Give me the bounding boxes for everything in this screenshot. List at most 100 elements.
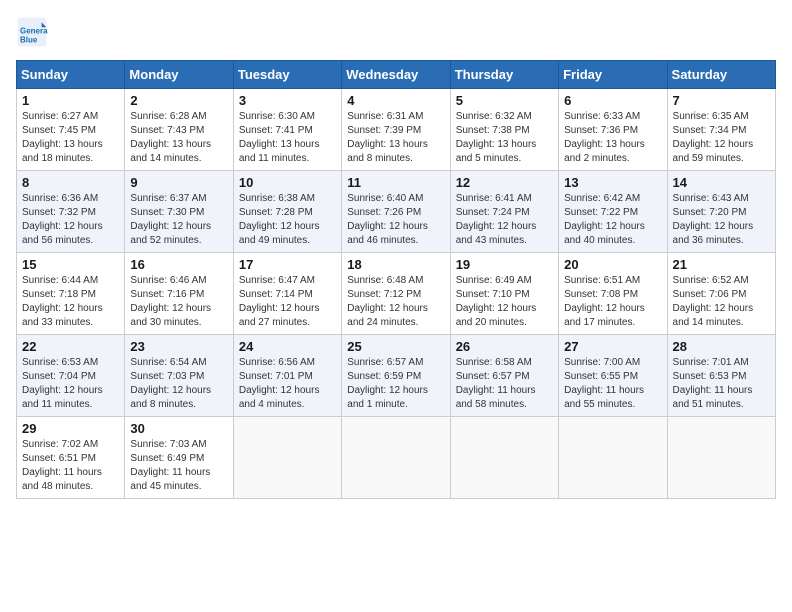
day-cell: 20 Sunrise: 6:51 AM Sunset: 7:08 PM Dayli… [559,253,667,335]
day-info: Sunrise: 6:54 AM Sunset: 7:03 PM Dayligh… [130,356,227,412]
day-info: Sunrise: 6:28 AM Sunset: 7:43 PM Dayligh… [130,110,227,166]
day-cell: 8 Sunrise: 6:36 AM Sunset: 7:32 PM Daylig… [17,171,125,253]
header-sunday: Sunday [17,61,125,89]
day-cell: 2 Sunrise: 6:28 AM Sunset: 7:43 PM Daylig… [125,89,233,171]
day-number: 4 [347,93,444,108]
day-number: 12 [456,175,553,190]
day-cell: 7 Sunrise: 6:35 AM Sunset: 7:34 PM Daylig… [667,89,775,171]
day-cell: 1 Sunrise: 6:27 AM Sunset: 7:45 PM Daylig… [17,89,125,171]
day-cell [342,417,450,499]
day-cell: 24Sunrise: 6:56 AM Sunset: 7:01 PM Dayli… [233,335,341,417]
day-info: Sunrise: 6:38 AM Sunset: 7:28 PM Dayligh… [239,192,336,248]
day-number: 17 [239,257,336,272]
day-info: Sunrise: 6:35 AM Sunset: 7:34 PM Dayligh… [673,110,770,166]
day-number: 29 [22,421,119,436]
logo-icon: General Blue [16,16,48,48]
day-info: Sunrise: 6:30 AM Sunset: 7:41 PM Dayligh… [239,110,336,166]
day-number: 9 [130,175,227,190]
svg-text:General: General [20,27,48,36]
day-info: Sunrise: 7:01 AM Sunset: 6:53 PM Dayligh… [673,356,770,412]
day-cell: 11 Sunrise: 6:40 AM Sunset: 7:26 PM Dayli… [342,171,450,253]
day-number: 19 [456,257,553,272]
day-number: 28 [673,339,770,354]
day-number: 15 [22,257,119,272]
day-info: Sunrise: 6:53 AM Sunset: 7:04 PM Dayligh… [22,356,119,412]
day-number: 20 [564,257,661,272]
day-info: Sunrise: 6:52 AM Sunset: 7:06 PM Dayligh… [673,274,770,330]
week-row-5: 29 Sunrise: 7:02 AM Sunset: 6:51 PM Dayli… [17,417,776,499]
day-cell: 28 Sunrise: 7:01 AM Sunset: 6:53 PM Dayli… [667,335,775,417]
day-number: 2 [130,93,227,108]
header-saturday: Saturday [667,61,775,89]
day-info: Sunrise: 7:03 AM Sunset: 6:49 PM Dayligh… [130,438,227,494]
day-number: 11 [347,175,444,190]
day-info: Sunrise: 6:58 AM Sunset: 6:57 PM Dayligh… [456,356,553,412]
day-number: 30 [130,421,227,436]
day-number: 1 [22,93,119,108]
day-number: 16 [130,257,227,272]
day-info: Sunrise: 6:27 AM Sunset: 7:45 PM Dayligh… [22,110,119,166]
day-number: 26 [456,339,553,354]
day-number: 5 [456,93,553,108]
calendar-header-row: SundayMondayTuesdayWednesdayThursdayFrid… [17,61,776,89]
day-cell: 18 Sunrise: 6:48 AM Sunset: 7:12 PM Dayli… [342,253,450,335]
day-cell: 15 Sunrise: 6:44 AM Sunset: 7:18 PM Dayli… [17,253,125,335]
day-info: Sunrise: 6:51 AM Sunset: 7:08 PM Dayligh… [564,274,661,330]
day-cell: 16Sunrise: 6:46 AM Sunset: 7:16 PM Dayli… [125,253,233,335]
day-info: Sunrise: 6:47 AM Sunset: 7:14 PM Dayligh… [239,274,336,330]
day-cell: 13 Sunrise: 6:42 AM Sunset: 7:22 PM Dayli… [559,171,667,253]
day-info: Sunrise: 6:37 AM Sunset: 7:30 PM Dayligh… [130,192,227,248]
day-info: Sunrise: 6:33 AM Sunset: 7:36 PM Dayligh… [564,110,661,166]
day-info: Sunrise: 6:49 AM Sunset: 7:10 PM Dayligh… [456,274,553,330]
day-info: Sunrise: 6:36 AM Sunset: 7:32 PM Dayligh… [22,192,119,248]
day-info: Sunrise: 6:48 AM Sunset: 7:12 PM Dayligh… [347,274,444,330]
svg-text:Blue: Blue [20,35,38,44]
day-cell: 9 Sunrise: 6:37 AM Sunset: 7:30 PM Daylig… [125,171,233,253]
day-cell: 23 Sunrise: 6:54 AM Sunset: 7:03 PM Dayli… [125,335,233,417]
day-number: 27 [564,339,661,354]
day-cell [450,417,558,499]
week-row-2: 8 Sunrise: 6:36 AM Sunset: 7:32 PM Daylig… [17,171,776,253]
week-row-4: 22 Sunrise: 6:53 AM Sunset: 7:04 PM Dayli… [17,335,776,417]
day-cell [233,417,341,499]
day-number: 18 [347,257,444,272]
logo: General Blue [16,16,52,48]
day-cell: 26 Sunrise: 6:58 AM Sunset: 6:57 PM Dayli… [450,335,558,417]
day-number: 3 [239,93,336,108]
day-number: 23 [130,339,227,354]
day-info: Sunrise: 7:02 AM Sunset: 6:51 PM Dayligh… [22,438,119,494]
week-row-3: 15 Sunrise: 6:44 AM Sunset: 7:18 PM Dayli… [17,253,776,335]
day-info: Sunrise: 6:57 AM Sunset: 6:59 PM Dayligh… [347,356,444,412]
day-info: Sunrise: 6:32 AM Sunset: 7:38 PM Dayligh… [456,110,553,166]
day-number: 22 [22,339,119,354]
day-cell: 19 Sunrise: 6:49 AM Sunset: 7:10 PM Dayli… [450,253,558,335]
day-number: 6 [564,93,661,108]
day-cell: 30 Sunrise: 7:03 AM Sunset: 6:49 PM Dayli… [125,417,233,499]
day-info: Sunrise: 7:00 AM Sunset: 6:55 PM Dayligh… [564,356,661,412]
day-cell [667,417,775,499]
day-number: 25 [347,339,444,354]
day-info: Sunrise: 6:41 AM Sunset: 7:24 PM Dayligh… [456,192,553,248]
day-cell: 10 Sunrise: 6:38 AM Sunset: 7:28 PM Dayli… [233,171,341,253]
day-cell: 25 Sunrise: 6:57 AM Sunset: 6:59 PM Dayli… [342,335,450,417]
day-number: 13 [564,175,661,190]
day-number: 7 [673,93,770,108]
day-cell: 29 Sunrise: 7:02 AM Sunset: 6:51 PM Dayli… [17,417,125,499]
day-cell: 6 Sunrise: 6:33 AM Sunset: 7:36 PM Daylig… [559,89,667,171]
day-info: Sunrise: 6:40 AM Sunset: 7:26 PM Dayligh… [347,192,444,248]
day-info: Sunrise: 6:44 AM Sunset: 7:18 PM Dayligh… [22,274,119,330]
day-number: 14 [673,175,770,190]
day-cell: 17 Sunrise: 6:47 AM Sunset: 7:14 PM Dayli… [233,253,341,335]
day-info: Sunrise: 6:42 AM Sunset: 7:22 PM Dayligh… [564,192,661,248]
day-number: 8 [22,175,119,190]
day-info: Sunrise: 6:43 AM Sunset: 7:20 PM Dayligh… [673,192,770,248]
header-wednesday: Wednesday [342,61,450,89]
header-friday: Friday [559,61,667,89]
day-cell: 5 Sunrise: 6:32 AM Sunset: 7:38 PM Daylig… [450,89,558,171]
week-row-1: 1 Sunrise: 6:27 AM Sunset: 7:45 PM Daylig… [17,89,776,171]
day-number: 21 [673,257,770,272]
day-number: 10 [239,175,336,190]
page-header: General Blue [16,16,776,48]
day-cell: 22 Sunrise: 6:53 AM Sunset: 7:04 PM Dayli… [17,335,125,417]
day-info: Sunrise: 6:31 AM Sunset: 7:39 PM Dayligh… [347,110,444,166]
